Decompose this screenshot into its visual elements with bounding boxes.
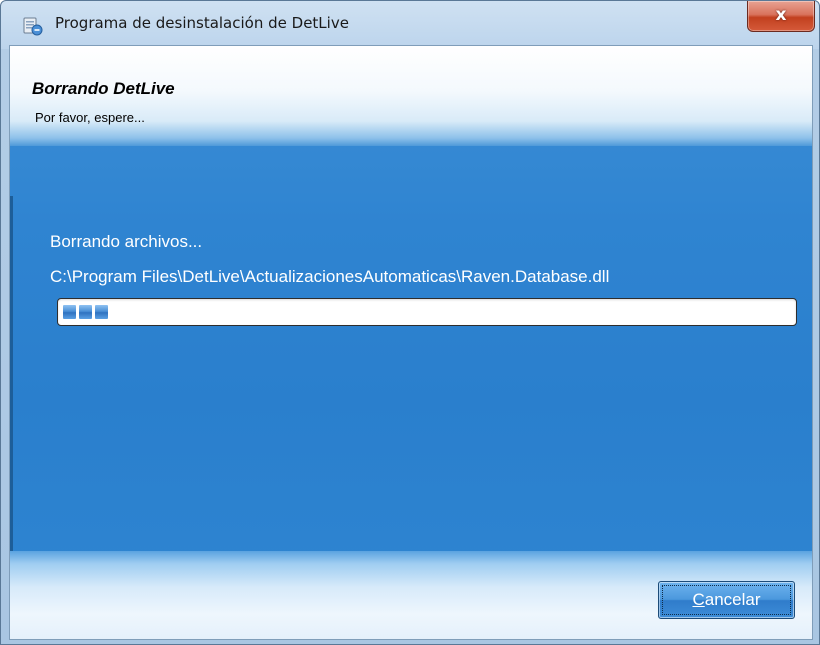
uninstaller-window: Programa de desinstalación de DetLive x … (0, 0, 820, 645)
cancel-button[interactable]: Cancelar (658, 581, 795, 619)
header-subtitle: Por favor, espere... (35, 110, 145, 125)
status-text: Borrando archivos... (50, 232, 203, 251)
cancel-button-label: Cancelar (659, 590, 794, 610)
progress-segment (95, 305, 108, 319)
progress-segment (79, 305, 92, 319)
title-bar[interactable]: Programa de desinstalación de DetLive x (1, 1, 819, 45)
header-band: Borrando DetLive Por favor, espere... (10, 46, 812, 146)
cancel-label-rest: ancelar (704, 590, 761, 609)
progress-segment (63, 305, 76, 319)
window-title: Programa de desinstalación de DetLive (55, 14, 349, 32)
cancel-mnemonic: C (692, 590, 705, 609)
header-title: Borrando DetLive (32, 79, 175, 98)
close-button[interactable]: x (747, 1, 815, 32)
client-area: Borrando DetLive Por favor, espere... Bo… (9, 45, 813, 640)
progress-fill (63, 305, 108, 319)
close-icon: x (775, 5, 787, 25)
progress-bar (57, 298, 797, 326)
current-file-path: C:\Program Files\DetLive\Actualizaciones… (50, 267, 610, 286)
uninstaller-icon (23, 17, 43, 36)
